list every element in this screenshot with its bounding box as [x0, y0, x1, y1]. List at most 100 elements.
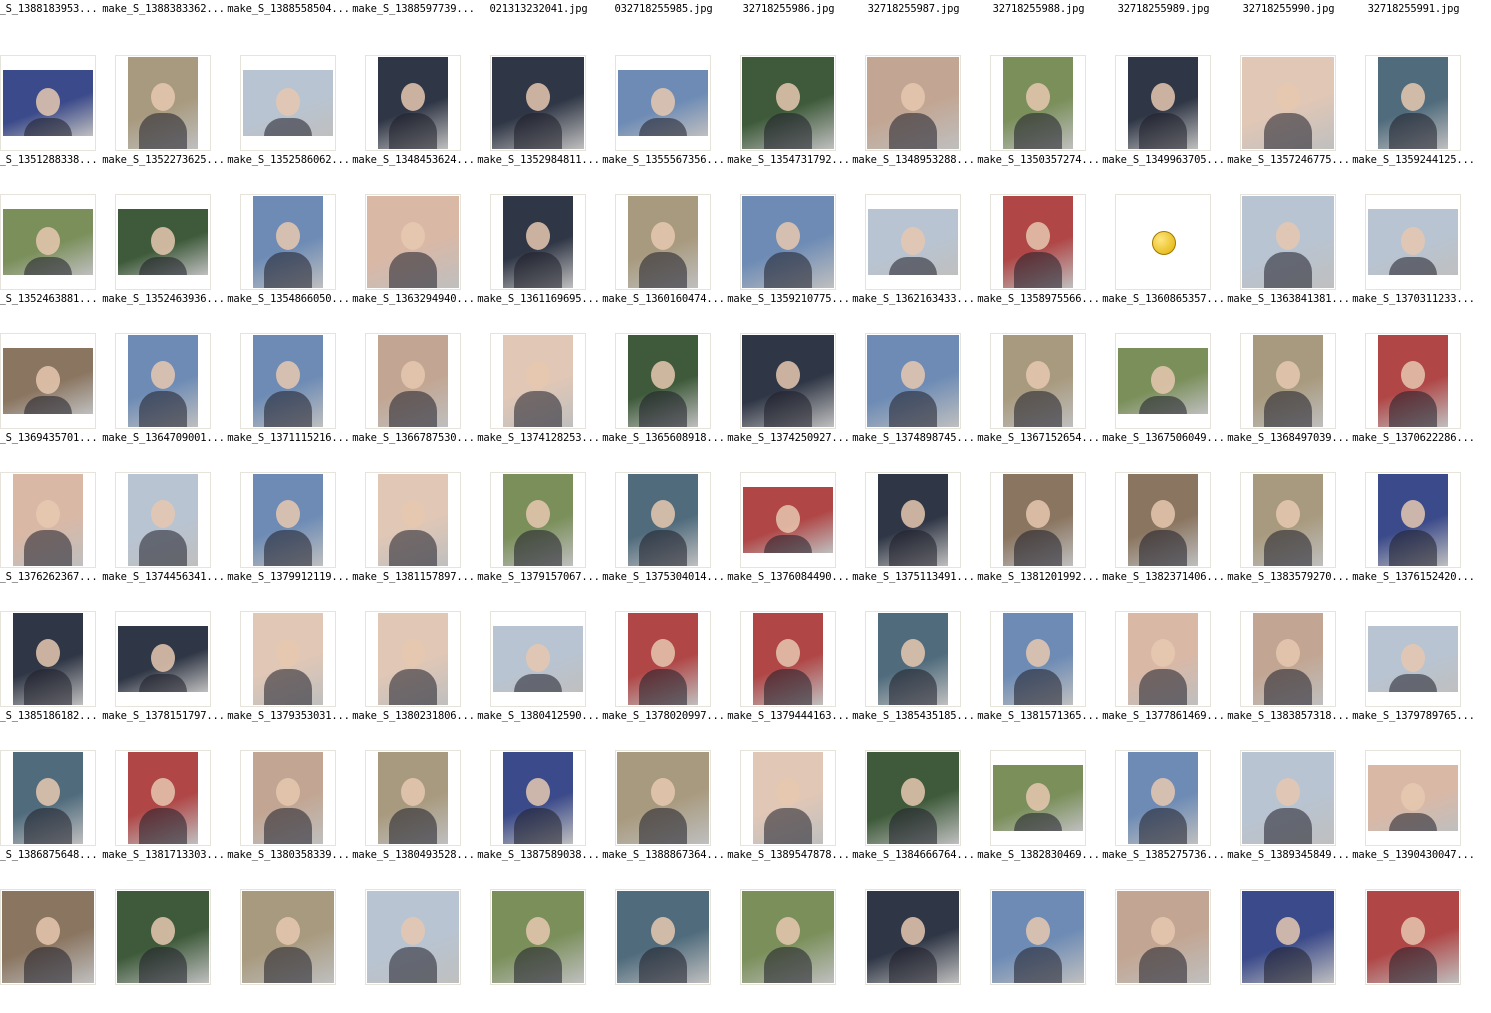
file-item[interactable]: make_S_1388383362... — [101, 0, 226, 28]
file-item[interactable]: make_S_1360865357... — [1101, 179, 1226, 318]
file-item[interactable]: make_S_1357246775... — [1226, 40, 1351, 179]
file-item[interactable]: make_S_1375304014... — [601, 457, 726, 596]
file-item[interactable]: make_S_1383857318... — [1226, 596, 1351, 735]
file-item[interactable] — [476, 874, 601, 1013]
file-item[interactable]: make_S_1360160474... — [601, 179, 726, 318]
file-item[interactable]: make_S_1376084490... — [726, 457, 851, 596]
file-item[interactable]: make_S_1368497039... — [1226, 318, 1351, 457]
file-item[interactable]: mal — [1476, 596, 1491, 735]
file-item[interactable]: make_S_1374456341... — [101, 457, 226, 596]
file-item[interactable]: make_S_1354731792... — [726, 40, 851, 179]
file-item[interactable]: make_S_1380231806... — [351, 596, 476, 735]
file-item[interactable]: make_S_1352463936... — [101, 179, 226, 318]
file-item[interactable]: make_S_1374250927... — [726, 318, 851, 457]
file-item[interactable]: make_S_1362163433... — [851, 179, 976, 318]
file-item[interactable]: make_S_1379157067... — [476, 457, 601, 596]
file-item[interactable]: make_S_1370622286... — [1351, 318, 1476, 457]
file-item[interactable]: mal — [1476, 40, 1491, 179]
file-item[interactable] — [226, 874, 351, 1013]
file-item[interactable]: make_S_1350357274... — [976, 40, 1101, 179]
file-item[interactable]: make_S_1374898745... — [851, 318, 976, 457]
file-item[interactable]: mal — [1476, 179, 1491, 318]
file-item[interactable]: make_S_1364709001... — [101, 318, 226, 457]
file-item[interactable] — [1351, 874, 1476, 1013]
file-item[interactable]: make_S_1382830469... — [976, 735, 1101, 874]
file-item[interactable] — [351, 874, 476, 1013]
file-item[interactable]: make_S_1348453624... — [351, 40, 476, 179]
file-item[interactable]: _S_1352463881... — [0, 179, 111, 318]
file-item[interactable]: mal — [1476, 318, 1491, 457]
file-item[interactable]: _S_1385186182... — [0, 596, 111, 735]
file-item[interactable]: make_S_1361169695... — [476, 179, 601, 318]
file-item[interactable]: 32718255989.jpg — [1101, 0, 1226, 28]
file-item[interactable]: make_S_1358975566... — [976, 179, 1101, 318]
file-item[interactable]: make_S_1390430047... — [1351, 735, 1476, 874]
file-item[interactable]: 32718255991.jpg — [1351, 0, 1476, 28]
file-item[interactable]: make_S_1363841381... — [1226, 179, 1351, 318]
file-item[interactable] — [1476, 874, 1491, 1013]
file-item[interactable] — [0, 874, 111, 1013]
file-item[interactable]: 32718255990.jpg — [1226, 0, 1351, 28]
file-item[interactable]: make_S_1375113491... — [851, 457, 976, 596]
file-item[interactable]: make_S_1380412590... — [476, 596, 601, 735]
file-item[interactable]: mal — [1476, 457, 1491, 596]
file-item[interactable]: make_S_1385275736... — [1101, 735, 1226, 874]
file-item[interactable]: make_S_1380493528... — [351, 735, 476, 874]
file-item[interactable]: make_S_1370311233... — [1351, 179, 1476, 318]
file-item[interactable]: _S_1369435701... — [0, 318, 111, 457]
file-item[interactable]: make_S_1388558504... — [226, 0, 351, 28]
file-item[interactable]: 021313232041.jpg — [476, 0, 601, 28]
file-item[interactable]: _S_1388183953... — [0, 0, 111, 28]
file-item[interactable] — [976, 874, 1101, 1013]
file-item[interactable]: make_S_1380358339... — [226, 735, 351, 874]
file-item[interactable]: 32718255986.jpg — [726, 0, 851, 28]
file-item[interactable] — [851, 874, 976, 1013]
file-item[interactable]: make_S_1381571365... — [976, 596, 1101, 735]
file-item[interactable]: make_S_1348953288... — [851, 40, 976, 179]
file-item[interactable]: make_S_1388597739... — [351, 0, 476, 28]
file-item[interactable]: make_S_1352273625... — [101, 40, 226, 179]
file-item[interactable]: make_S_1374128253... — [476, 318, 601, 457]
file-item[interactable]: make_S_1387589038... — [476, 735, 601, 874]
file-item[interactable]: 32718255987.jpg — [851, 0, 976, 28]
file-item[interactable]: make_S_1378020997... — [601, 596, 726, 735]
file-item[interactable]: make_S_1381157897... — [351, 457, 476, 596]
file-item[interactable]: make_S_1379353031... — [226, 596, 351, 735]
file-item[interactable]: make_S_1367506049... — [1101, 318, 1226, 457]
file-item[interactable]: make_S_1377861469... — [1101, 596, 1226, 735]
file-item[interactable]: make_S_1359210775... — [726, 179, 851, 318]
file-item[interactable]: make_S_1359244125... — [1351, 40, 1476, 179]
file-item[interactable]: make_S_1354866050... — [226, 179, 351, 318]
file-item[interactable]: make_S_1379444163... — [726, 596, 851, 735]
file-item[interactable]: make_S_1352586062... — [226, 40, 351, 179]
file-item[interactable]: _S_1386875648... — [0, 735, 111, 874]
file-item[interactable]: 32718255988.jpg — [976, 0, 1101, 28]
file-item[interactable]: make_S_1381201992... — [976, 457, 1101, 596]
file-item[interactable] — [1476, 0, 1491, 28]
file-item[interactable]: make_S_1385435185... — [851, 596, 976, 735]
file-item[interactable]: make_S_1367152654... — [976, 318, 1101, 457]
file-item[interactable]: make_S_1378151797... — [101, 596, 226, 735]
file-item[interactable] — [101, 874, 226, 1013]
file-item[interactable]: mal — [1476, 735, 1491, 874]
file-item[interactable]: _S_1351288338... — [0, 40, 111, 179]
file-item[interactable]: make_S_1381713303... — [101, 735, 226, 874]
file-item[interactable]: make_S_1355567356... — [601, 40, 726, 179]
file-item[interactable] — [726, 874, 851, 1013]
file-item[interactable]: _S_1376262367... — [0, 457, 111, 596]
file-item[interactable]: make_S_1384666764... — [851, 735, 976, 874]
file-item[interactable] — [1226, 874, 1351, 1013]
file-item[interactable] — [1101, 874, 1226, 1013]
file-item[interactable]: make_S_1376152420... — [1351, 457, 1476, 596]
file-item[interactable]: make_S_1365608918... — [601, 318, 726, 457]
file-item[interactable]: make_S_1371115216... — [226, 318, 351, 457]
file-item[interactable]: make_S_1366787530... — [351, 318, 476, 457]
file-item[interactable]: make_S_1389345849... — [1226, 735, 1351, 874]
file-item[interactable]: make_S_1382371406... — [1101, 457, 1226, 596]
file-item[interactable]: make_S_1379912119... — [226, 457, 351, 596]
file-item[interactable]: make_S_1383579270... — [1226, 457, 1351, 596]
file-item[interactable]: 032718255985.jpg — [601, 0, 726, 28]
file-item[interactable]: make_S_1379789765... — [1351, 596, 1476, 735]
file-item[interactable]: make_S_1388867364... — [601, 735, 726, 874]
file-item[interactable]: make_S_1363294940... — [351, 179, 476, 318]
